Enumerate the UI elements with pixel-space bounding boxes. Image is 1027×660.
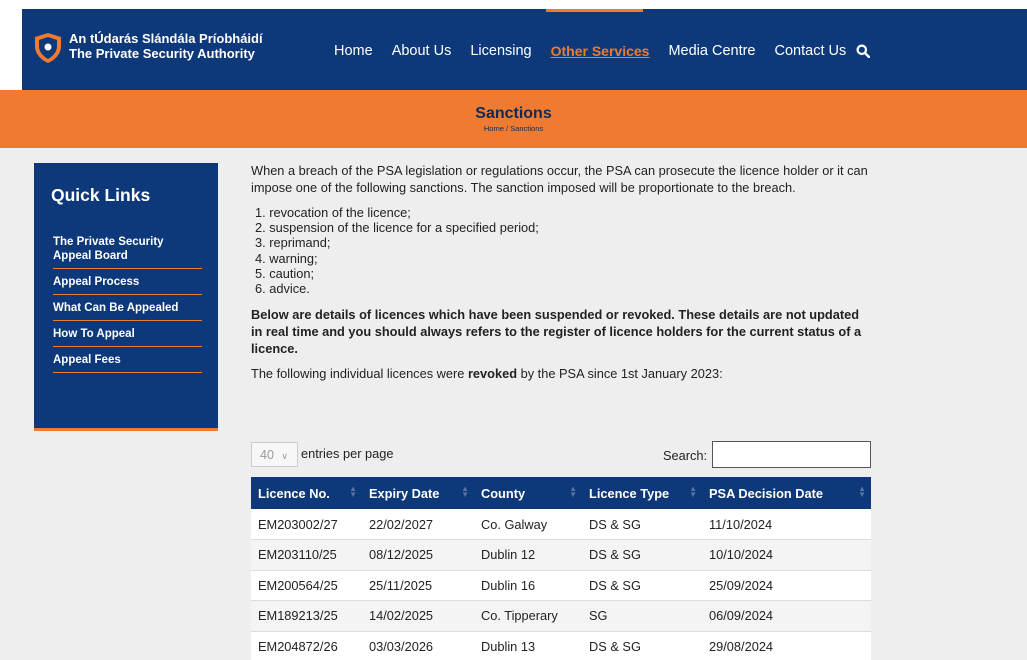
cell-expiry-date: 08/12/2025 (362, 539, 474, 571)
nav-other-services[interactable]: Other Services (551, 43, 650, 59)
breadcrumb-current: Sanctions (510, 124, 544, 133)
quick-link-what-can-be-appealed[interactable]: What Can Be Appealed (53, 301, 202, 321)
cell-licence-no: EM204872/26 (251, 631, 362, 660)
table-row: EM204872/26 03/03/2026 Dublin 13 DS & SG… (251, 631, 871, 660)
cell-licence-type: SG (582, 600, 702, 632)
nav-about-us[interactable]: About Us (392, 43, 452, 59)
cell-licence-no: EM200564/25 (251, 570, 362, 601)
logo-line-english: The Private Security Authority (69, 46, 255, 61)
breadcrumb-separator: / (505, 124, 509, 133)
cell-county: Dublin 12 (474, 539, 582, 571)
main-nav: Home About Us Licensing Other Services M… (334, 43, 865, 59)
nav-home[interactable]: Home (334, 43, 373, 59)
quick-link-how-to-appeal[interactable]: How To Appeal (53, 327, 202, 347)
col-header-psa-decision-date[interactable]: PSA Decision Date ▲ ▼ (702, 477, 871, 509)
breadcrumb-home[interactable]: Home (484, 124, 504, 133)
cell-county: Co. Galway (474, 509, 582, 540)
cell-licence-type: DS & SG (582, 539, 702, 571)
quick-links-title: Quick Links (51, 185, 151, 205)
col-header-label: County (481, 485, 526, 501)
sort-icon: ▲ ▼ (461, 484, 469, 499)
quick-link-appeal-board[interactable]: The Private Security Appeal Board (53, 235, 202, 269)
revoked-intro: The following individual licences were r… (251, 365, 871, 382)
sanction-item: 6. advice. (255, 281, 310, 297)
entries-label: entries per page (301, 446, 394, 461)
breadcrumb: Home / Sanctions (0, 124, 1027, 133)
sanction-item: 3. reprimand; (255, 235, 331, 251)
table-header-row: Licence No. ▲ ▼ Expiry Date ▲ ▼ County ▲ ▼ Lic… (251, 477, 871, 509)
table-row: EM200564/25 25/11/2025 Dublin 16 DS & SG… (251, 570, 871, 601)
nav-licensing[interactable]: Licensing (470, 43, 531, 59)
cell-county: Dublin 13 (474, 631, 582, 660)
sanctions-list: 1. revocation of the licence; 2. suspens… (255, 205, 871, 296)
site-logo-text[interactable]: An tÚdarás Slándála Príobháidí The Priva… (69, 31, 263, 61)
main-content: When a breach of the PSA legislation or … (251, 162, 871, 397)
register-note: Below are details of licences which have… (251, 307, 862, 357)
cell-decision-date: 11/10/2024 (702, 509, 871, 540)
page-banner: Sanctions Home / Sanctions (0, 90, 1027, 148)
search-label: Search: (663, 448, 708, 463)
quick-link-appeal-process[interactable]: Appeal Process (53, 275, 202, 295)
intro-paragraph: When a breach of the PSA legislation or … (251, 163, 868, 195)
col-header-expiry-date[interactable]: Expiry Date ▲ ▼ (362, 477, 474, 509)
sanction-item: 1. revocation of the licence; (255, 205, 411, 220)
sort-icon: ▲ ▼ (569, 484, 577, 499)
sanction-item: 2. suspension of the licence for a speci… (255, 220, 539, 236)
sort-icon: ▲ ▼ (349, 484, 357, 499)
cell-expiry-date: 25/11/2025 (362, 570, 474, 601)
cell-licence-type: DS & SG (582, 509, 702, 540)
cell-licence-no: EM203110/25 (251, 539, 362, 571)
cell-licence-type: DS & SG (582, 631, 702, 660)
sanction-item: 4. warning; (255, 250, 318, 266)
cell-county: Co. Tipperary (474, 600, 582, 632)
revoked-word: revoked (467, 366, 518, 382)
entries-per-page-select[interactable]: 40 ∨ (251, 442, 298, 467)
search-icon[interactable] (856, 44, 870, 58)
sort-icon: ▲ ▼ (858, 484, 866, 499)
cell-expiry-date: 03/03/2026 (362, 631, 474, 660)
active-nav-indicator (546, 9, 643, 12)
cell-decision-date: 25/09/2024 (702, 570, 871, 601)
sort-icon: ▲ ▼ (689, 484, 697, 499)
sanction-item: 5. caution; (255, 265, 315, 281)
cell-county: Dublin 16 (474, 570, 582, 601)
revoked-licences-table: Licence No. ▲ ▼ Expiry Date ▲ ▼ County ▲ ▼ Lic… (251, 477, 871, 660)
table-search-input[interactable] (712, 441, 871, 468)
cell-expiry-date: 22/02/2027 (362, 509, 474, 540)
col-header-label: Licence Type (589, 485, 670, 501)
col-header-licence-type[interactable]: Licence Type ▲ ▼ (582, 477, 702, 509)
cell-decision-date: 06/09/2024 (702, 600, 871, 632)
col-header-licence-no[interactable]: Licence No. ▲ ▼ (251, 477, 362, 509)
chevron-down-icon: ∨ (281, 451, 288, 461)
quick-links-list: The Private Security Appeal Board Appeal… (53, 235, 202, 379)
table-row: EM203110/25 08/12/2025 Dublin 12 DS & SG… (251, 539, 871, 571)
table-controls: 40 ∨ entries per page Search: (251, 441, 871, 469)
quick-link-appeal-fees[interactable]: Appeal Fees (53, 353, 202, 373)
logo-line-irish: An tÚdarás Slándála Príobháidí (69, 31, 263, 46)
table-row: EM203002/27 22/02/2027 Co. Galway DS & S… (251, 509, 871, 540)
table-row: EM189213/25 14/02/2025 Co. Tipperary SG … (251, 600, 871, 632)
entries-value: 40 (260, 448, 274, 462)
cell-licence-no: EM203002/27 (251, 509, 362, 540)
col-header-label: PSA Decision Date (709, 485, 824, 501)
quick-links-sidebar: Quick Links The Private Security Appeal … (34, 163, 218, 431)
cell-expiry-date: 14/02/2025 (362, 600, 474, 632)
nav-media-centre[interactable]: Media Centre (668, 43, 755, 59)
col-header-label: Licence No. (258, 485, 330, 501)
cell-decision-date: 29/08/2024 (702, 631, 871, 660)
col-header-label: Expiry Date (369, 485, 440, 501)
cell-licence-type: DS & SG (582, 570, 702, 601)
shield-logo-icon[interactable] (34, 32, 62, 64)
nav-contact-us[interactable]: Contact Us (775, 43, 847, 59)
page-title: Sanctions (475, 105, 552, 122)
revoked-suffix: by the PSA since 1st January 2023: (517, 366, 723, 382)
site-header: An tÚdarás Slándála Príobháidí The Priva… (22, 9, 1027, 90)
cell-licence-no: EM189213/25 (251, 600, 362, 632)
revoked-prefix: The following individual licences were (251, 366, 468, 382)
col-header-county[interactable]: County ▲ ▼ (474, 477, 582, 509)
cell-decision-date: 10/10/2024 (702, 539, 871, 571)
